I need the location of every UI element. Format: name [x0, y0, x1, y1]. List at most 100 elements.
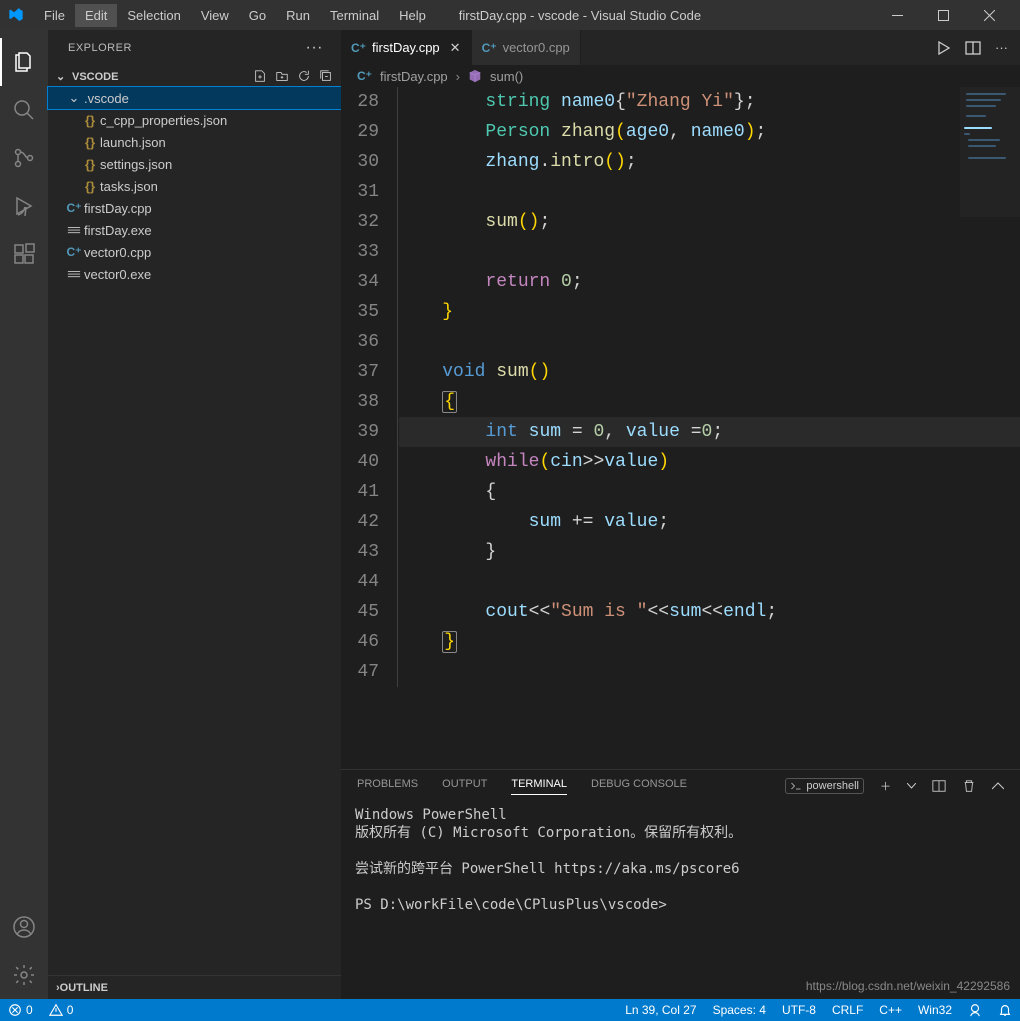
- status-spaces[interactable]: Spaces: 4: [705, 1003, 774, 1017]
- status-eol[interactable]: CRLF: [824, 1003, 871, 1017]
- split-editor-icon[interactable]: [965, 40, 981, 56]
- exe-file-icon: [64, 224, 84, 236]
- breadcrumbs[interactable]: C⁺ firstDay.cpp › sum(): [341, 65, 1020, 87]
- refresh-icon[interactable]: [297, 69, 311, 83]
- file-label: settings.json: [100, 157, 172, 172]
- chevron-down-icon: ⌄: [56, 70, 68, 83]
- minimap[interactable]: [960, 87, 1020, 217]
- extensions-tab-icon[interactable]: [0, 230, 48, 278]
- workspace-root-label: VSCODE: [72, 71, 118, 83]
- breadcrumb-symbol[interactable]: sum(): [490, 69, 523, 84]
- file-item[interactable]: C⁺vector0.cpp: [48, 241, 341, 263]
- folder-label: .vscode: [84, 91, 129, 106]
- terminal-body[interactable]: Windows PowerShell 版权所有 (C) Microsoft Co…: [341, 802, 1020, 999]
- more-actions-icon[interactable]: ···: [995, 40, 1008, 55]
- window-title: firstDay.cpp - vscode - Visual Studio Co…: [286, 8, 874, 23]
- activity-bar: [0, 30, 48, 999]
- search-tab-icon[interactable]: [0, 86, 48, 134]
- menu-view[interactable]: View: [191, 4, 239, 27]
- explorer-tab-icon[interactable]: [0, 38, 48, 86]
- chevron-right-icon: ›: [456, 69, 460, 84]
- shell-name: powershell: [806, 780, 859, 792]
- accounts-icon[interactable]: [0, 903, 48, 951]
- file-item[interactable]: {}tasks.json: [48, 175, 341, 197]
- file-item[interactable]: C⁺firstDay.cpp: [48, 197, 341, 219]
- explorer-header: EXPLORER ···: [48, 30, 341, 65]
- file-item[interactable]: {}settings.json: [48, 153, 341, 175]
- menu-edit[interactable]: Edit: [75, 4, 117, 27]
- file-label: vector0.exe: [84, 267, 151, 282]
- bottom-panel: PROBLEMS OUTPUT TERMINAL DEBUG CONSOLE powe…: [341, 769, 1020, 999]
- terminal-dropdown-icon[interactable]: [907, 783, 916, 789]
- new-folder-icon[interactable]: [275, 69, 289, 83]
- explorer-title: EXPLORER: [68, 42, 132, 54]
- split-terminal-icon[interactable]: [932, 779, 946, 793]
- outline-section[interactable]: › OUTLINE: [48, 975, 341, 999]
- cpp-file-icon: C⁺: [357, 69, 372, 83]
- panel-tab-problems[interactable]: PROBLEMS: [357, 778, 418, 795]
- close-button[interactable]: [966, 0, 1012, 30]
- collapse-all-icon[interactable]: [319, 69, 333, 83]
- tab-label: firstDay.cpp: [372, 40, 440, 55]
- panel-tabs: PROBLEMS OUTPUT TERMINAL DEBUG CONSOLE powe…: [341, 770, 1020, 802]
- code-editor[interactable]: 2829303132333435363738394041424344454647…: [341, 87, 1020, 769]
- status-warnings[interactable]: 0: [41, 1003, 82, 1017]
- json-file-icon: {}: [80, 113, 100, 128]
- maximize-button[interactable]: [920, 0, 966, 30]
- folder-vscode[interactable]: ⌄ .vscode: [48, 87, 341, 109]
- menu-selection[interactable]: Selection: [117, 4, 190, 27]
- window-controls: [874, 0, 1012, 30]
- file-label: tasks.json: [100, 179, 158, 194]
- new-file-icon[interactable]: [253, 69, 267, 83]
- editor-tab[interactable]: C⁺vector0.cpp: [472, 30, 581, 65]
- editor-actions: ···: [923, 30, 1020, 65]
- file-item[interactable]: {}launch.json: [48, 131, 341, 153]
- file-label: c_cpp_properties.json: [100, 113, 227, 128]
- status-errors[interactable]: 0: [0, 1003, 41, 1017]
- cpp-file-icon: C⁺: [64, 245, 84, 259]
- cpp-file-icon: C⁺: [351, 41, 366, 55]
- status-bar: 0 0 Ln 39, Col 27 Spaces: 4 UTF-8 CRLF C…: [0, 999, 1020, 1021]
- json-file-icon: {}: [80, 157, 100, 172]
- panel-tab-debug-console[interactable]: DEBUG CONSOLE: [591, 778, 687, 795]
- kill-terminal-icon[interactable]: [962, 779, 976, 793]
- explorer-more-icon[interactable]: ···: [306, 39, 323, 57]
- workspace-root[interactable]: ⌄ VSCODE: [48, 65, 341, 87]
- file-label: launch.json: [100, 135, 166, 150]
- minimize-button[interactable]: [874, 0, 920, 30]
- new-terminal-icon[interactable]: ＋: [880, 778, 891, 794]
- run-icon[interactable]: [935, 40, 951, 56]
- status-feedback-icon[interactable]: [960, 1003, 990, 1017]
- source-control-tab-icon[interactable]: [0, 134, 48, 182]
- method-icon: [468, 69, 482, 83]
- status-notifications-icon[interactable]: [990, 1003, 1020, 1017]
- status-encoding[interactable]: UTF-8: [774, 1003, 824, 1017]
- code-lines[interactable]: string name0{"Zhang Yi"}; Person zhang(a…: [399, 87, 1020, 687]
- cpp-file-icon: C⁺: [482, 41, 497, 55]
- panel-tab-terminal[interactable]: TERMINAL: [511, 778, 567, 795]
- file-item[interactable]: {}c_cpp_properties.json: [48, 109, 341, 131]
- run-debug-tab-icon[interactable]: [0, 182, 48, 230]
- vscode-logo-icon: [8, 7, 26, 23]
- editor-area: C⁺firstDay.cpp✕C⁺vector0.cpp ··· C⁺ firs…: [341, 30, 1020, 999]
- status-cursor[interactable]: Ln 39, Col 27: [617, 1003, 704, 1017]
- title-bar: FileEditSelectionViewGoRunTerminalHelp f…: [0, 0, 1020, 30]
- status-language[interactable]: C++: [871, 1003, 910, 1017]
- status-platform[interactable]: Win32: [910, 1003, 960, 1017]
- line-number-gutter: 2829303132333435363738394041424344454647: [341, 87, 399, 687]
- panel-chevron-up-icon[interactable]: [992, 782, 1004, 790]
- close-tab-icon[interactable]: ✕: [450, 40, 461, 56]
- settings-gear-icon[interactable]: [0, 951, 48, 999]
- panel-tab-output[interactable]: OUTPUT: [442, 778, 487, 795]
- menu-file[interactable]: File: [34, 4, 75, 27]
- menu-go[interactable]: Go: [239, 4, 276, 27]
- shell-selector[interactable]: powershell: [785, 778, 864, 794]
- file-label: firstDay.exe: [84, 223, 152, 238]
- watermark-text: https://blog.csdn.net/weixin_42292586: [806, 979, 1010, 993]
- chevron-down-icon: ⌄: [64, 90, 84, 106]
- json-file-icon: {}: [80, 179, 100, 194]
- file-item[interactable]: vector0.exe: [48, 263, 341, 285]
- editor-tab[interactable]: C⁺ firstDay.cpp ✕: [341, 30, 472, 65]
- breadcrumb-file[interactable]: firstDay.cpp: [380, 69, 448, 84]
- file-item[interactable]: firstDay.exe: [48, 219, 341, 241]
